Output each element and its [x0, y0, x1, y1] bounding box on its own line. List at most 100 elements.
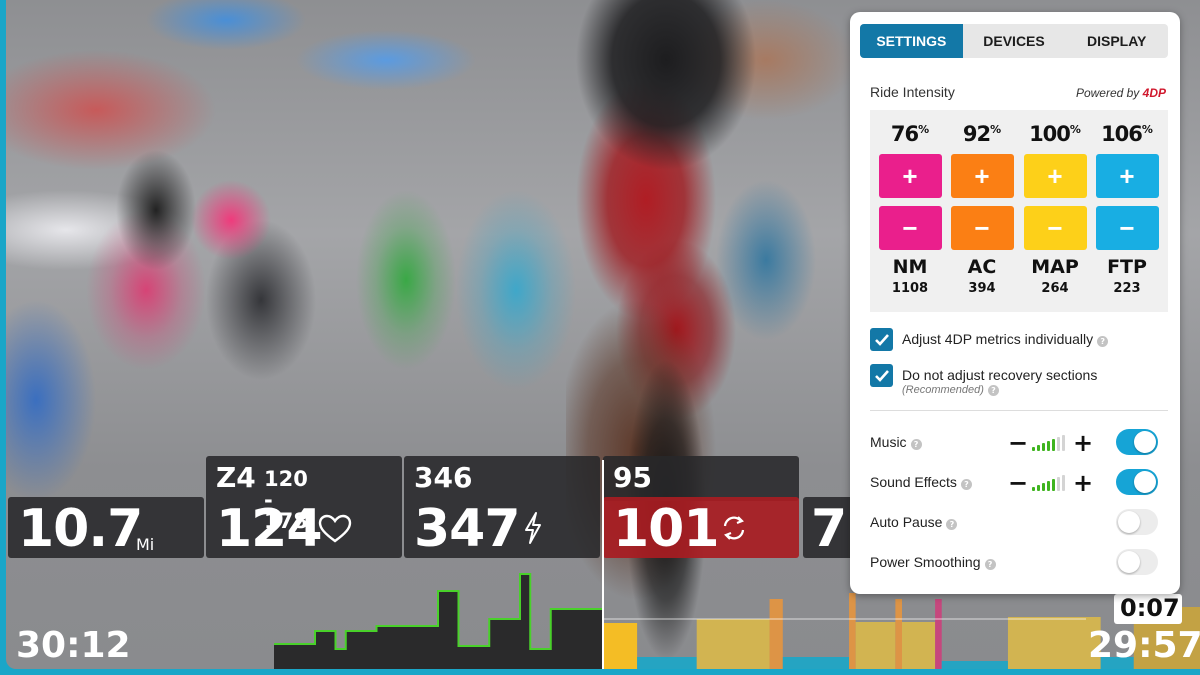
divider	[870, 410, 1168, 411]
ac-decrease-button[interactable]: −	[950, 206, 1014, 250]
no-adjust-recovery-label: Do not adjust recovery sections	[902, 367, 1098, 383]
nm-increase-button[interactable]: +	[878, 154, 942, 198]
volume-bar	[1032, 447, 1035, 451]
workout-segment	[902, 622, 936, 669]
map-label: MAP	[1031, 256, 1079, 278]
sound-effects-volume-up-button[interactable]: +	[1073, 471, 1093, 495]
map-increase-button[interactable]: +	[1023, 154, 1087, 198]
sound-effects-volume-down-button[interactable]: −	[1008, 471, 1028, 495]
volume-bar	[1042, 443, 1045, 451]
volume-bar	[1057, 437, 1060, 451]
refresh-icon	[723, 516, 745, 540]
cadence-target: 95	[613, 461, 652, 494]
auto-pause-label: Auto Pause	[870, 514, 943, 530]
adjust-metrics-individually-label: Adjust 4DP metrics individually	[902, 331, 1094, 347]
workout-segment	[1007, 617, 1101, 669]
sound-effects-row: Sound Effects? − +	[870, 468, 1168, 498]
volume-bar	[1042, 483, 1045, 491]
intensity-col-ac: 92% + − AC 394	[950, 110, 1014, 296]
heart-icon	[318, 514, 352, 543]
music-volume-bars	[1032, 435, 1067, 451]
volume-bar	[1037, 445, 1040, 451]
volume-bar	[1062, 435, 1065, 451]
lightning-icon	[525, 512, 541, 544]
ftp-increase-button[interactable]: +	[1095, 154, 1159, 198]
workout-segment	[637, 657, 697, 669]
remaining-time: 29:57	[1088, 625, 1200, 666]
adjust-metrics-individually-row: Adjust 4DP metrics individually?	[870, 328, 1109, 351]
powered-by-text: Powered by	[1075, 86, 1140, 100]
sound-effects-toggle[interactable]	[1116, 469, 1158, 495]
no-adjust-recovery-row: Do not adjust recovery sections (Recomme…	[870, 364, 1097, 397]
music-volume-down-button[interactable]: −	[1008, 431, 1028, 455]
nm-decrease-button[interactable]: −	[878, 206, 942, 250]
volume-bar	[1052, 479, 1055, 491]
sound-effects-volume-control: − +	[1008, 471, 1093, 495]
workout-segment	[935, 599, 942, 669]
help-icon[interactable]: ?	[984, 559, 996, 570]
checkmark-icon	[874, 334, 889, 346]
tab-display[interactable]: DISPLAY	[1065, 24, 1168, 58]
help-icon[interactable]: ?	[946, 519, 958, 530]
intensity-col-map: 100% + − MAP 264	[1023, 110, 1087, 296]
brand-4dp-logo: 4DP	[1142, 86, 1166, 100]
ftp-value: 223	[1113, 281, 1141, 296]
workout-segment	[769, 599, 783, 669]
ac-value: 394	[968, 281, 996, 296]
help-icon[interactable]: ?	[960, 479, 972, 490]
sound-effects-label: Sound Effects	[870, 474, 957, 490]
nm-value: 1108	[891, 281, 929, 296]
ac-increase-button[interactable]: +	[950, 154, 1014, 198]
ride-intensity-grid: 76% + − NM 1108 92% + − AC 394 100% + − …	[870, 110, 1168, 312]
map-percent: 100%	[1029, 122, 1081, 146]
tab-devices[interactable]: DEVICES	[963, 24, 1066, 58]
workout-segment	[941, 661, 1008, 669]
ftp-label: FTP	[1107, 256, 1147, 278]
ftp-decrease-button[interactable]: −	[1095, 206, 1159, 250]
checkmark-icon	[874, 370, 889, 382]
workout-segment	[696, 619, 770, 669]
adjust-metrics-individually-checkbox[interactable]	[870, 328, 893, 351]
volume-bar	[1037, 485, 1040, 491]
workout-segment	[849, 593, 856, 669]
map-value: 264	[1041, 281, 1069, 296]
ride-intensity-label: Ride Intensity	[870, 84, 955, 100]
workout-segment	[855, 622, 896, 669]
workout-segment	[895, 599, 902, 669]
panel-tabs: SETTINGS DEVICES DISPLAY	[860, 24, 1168, 58]
workout-segment	[604, 623, 638, 669]
help-icon[interactable]: ?	[1097, 336, 1109, 347]
intensity-col-ftp: 106% + − FTP 223	[1095, 110, 1159, 296]
volume-bar	[1047, 481, 1050, 491]
music-toggle[interactable]	[1116, 429, 1158, 455]
auto-pause-toggle[interactable]	[1116, 509, 1158, 535]
power-target: 346	[414, 461, 473, 494]
volume-bar	[1062, 475, 1065, 491]
volume-bar	[1047, 441, 1050, 451]
auto-pause-row: Auto Pause?	[870, 508, 1168, 538]
recommended-note: (Recommended)	[902, 383, 984, 396]
volume-bar	[1057, 477, 1060, 491]
cadence-value: 101	[613, 499, 720, 559]
settings-panel: SETTINGS DEVICES DISPLAY Ride Intensity …	[850, 12, 1180, 594]
elapsed-time: 30:12	[16, 625, 131, 666]
music-row: Music? − +	[870, 428, 1168, 458]
power-value: 347	[414, 499, 521, 559]
power-smoothing-label: Power Smoothing	[870, 554, 981, 570]
music-volume-up-button[interactable]: +	[1073, 431, 1093, 455]
tab-settings[interactable]: SETTINGS	[860, 24, 963, 58]
ftp-percent: 106%	[1101, 122, 1153, 146]
workout-segment	[782, 657, 850, 669]
help-icon[interactable]: ?	[910, 439, 922, 450]
intensity-col-nm: 76% + − NM 1108	[878, 110, 942, 296]
powered-by: Powered by 4DP	[1076, 86, 1166, 100]
current-position-line	[602, 460, 604, 669]
sound-effects-volume-bars	[1032, 475, 1067, 491]
map-decrease-button[interactable]: −	[1023, 206, 1087, 250]
hr-zone: Z4	[216, 461, 256, 494]
help-icon[interactable]: ?	[987, 384, 999, 396]
no-adjust-recovery-checkbox[interactable]	[870, 364, 893, 387]
music-label: Music	[870, 434, 907, 450]
power-smoothing-toggle[interactable]	[1116, 549, 1158, 575]
volume-bar	[1032, 487, 1035, 491]
